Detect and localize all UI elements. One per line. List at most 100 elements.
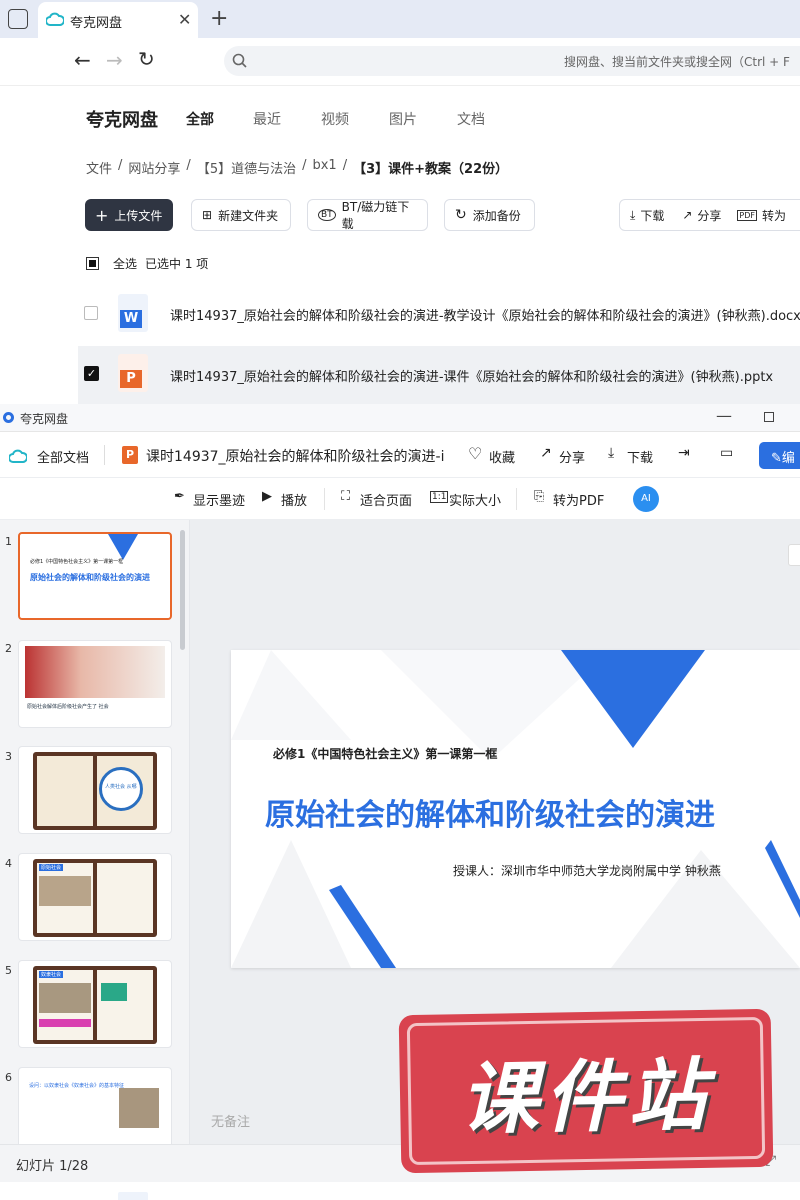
ppt-file-icon: P <box>118 354 148 392</box>
ai-assistant-button[interactable]: AI <box>633 486 659 512</box>
slide-author: 授课人：深圳市华中师范大学龙岗附属中学 钟秋燕 <box>453 864 721 878</box>
file-row[interactable]: W 课时14937_原始社会的解体和阶级社会的演进-教学设计《原始社会的解体和阶… <box>78 284 800 342</box>
heart-icon: ♡ <box>468 444 483 463</box>
fit-page-button[interactable]: 适合页面 <box>360 490 412 509</box>
maximize-icon[interactable] <box>764 412 774 422</box>
breadcrumb-item[interactable]: 网站分享 <box>128 158 180 177</box>
download-icon: ⤓ <box>608 445 615 461</box>
browser-tab[interactable]: 夸克网盘 ✕ <box>38 2 198 38</box>
pencil-icon: ✎ <box>771 451 782 466</box>
download-button[interactable]: 下载 <box>640 207 664 224</box>
export-icon[interactable]: ⇥ <box>678 445 690 461</box>
slide-thumbnail-5[interactable]: 奴隶社会 <box>18 960 172 1048</box>
download-icon: ⤓ <box>630 207 636 222</box>
breadcrumb-current: 【3】课件+教案（22份） <box>353 162 509 177</box>
nav-video[interactable]: 视频 <box>321 109 349 129</box>
breadcrumb-item[interactable]: 文件 <box>86 158 112 177</box>
slide-thumbnail-1[interactable]: 必修1《中国特色社会主义》第一课第一框 原始社会的解体和阶级社会的演进 <box>18 532 172 620</box>
file-name[interactable]: 课时14937_原始社会的解体和阶级社会的演进-教学设计《原始社会的解体和阶级社… <box>170 305 800 324</box>
browser-tab-bar: 夸克网盘 ✕ + <box>0 0 800 38</box>
nav-docs[interactable]: 文档 <box>457 109 485 129</box>
search-icon <box>232 53 247 68</box>
play-button[interactable]: 播放 <box>281 490 307 509</box>
viewer-window-title: 夸克网盘 <box>20 412 69 426</box>
plus-icon: + <box>95 205 109 225</box>
slide-title: 原始社会的解体和阶级社会的演进 <box>265 798 715 833</box>
share-icon: ↗ <box>682 208 693 222</box>
file-icon-partial <box>118 1192 148 1200</box>
download-button[interactable]: 下载 <box>627 447 653 466</box>
back-arrow-icon[interactable]: ← <box>74 48 91 72</box>
actual-size-button[interactable]: 实际大小 <box>449 490 501 509</box>
slide-thumbnail-4[interactable]: 原始社会 <box>18 853 172 941</box>
minimize-icon[interactable]: — <box>716 406 732 425</box>
bt-download-button[interactable]: BT BT/磁力链下载 <box>307 199 428 231</box>
folder-plus-icon: ⊞ <box>202 208 213 222</box>
address-input[interactable]: 搜网盘、搜当前文件夹或搜全网（Ctrl + F <box>224 46 800 76</box>
show-ink-button[interactable]: 显示墨迹 <box>193 490 245 509</box>
app-logo-icon <box>3 412 14 423</box>
watermark-stamp: 课件站 <box>398 1008 774 1174</box>
word-file-icon: W <box>118 294 148 332</box>
cloud-drive-app: 夸克网盘 全部 最近 视频 图片 文档 文件 / 网站分享 / 【5】道德与法治… <box>0 86 800 404</box>
tab-title: 夸克网盘 <box>70 16 123 31</box>
file-checkbox-checked[interactable]: ✓ <box>84 366 99 381</box>
pptx-icon: P <box>122 446 138 464</box>
pdf-convert-icon: ⎘ <box>534 489 545 504</box>
slide-canvas: 必修1《中国特色社会主义》第一课第一框 原始社会的解体和阶级社会的演进 授课人：… <box>231 650 800 968</box>
cloud-icon <box>46 12 64 26</box>
upload-button[interactable]: + 上传文件 <box>85 199 173 231</box>
sync-icon: ↻ <box>455 207 467 223</box>
nav-all[interactable]: 全部 <box>186 109 214 129</box>
forward-arrow-icon[interactable]: → <box>106 48 123 72</box>
file-checkbox[interactable] <box>84 306 98 320</box>
bt-icon: BT <box>318 209 336 221</box>
tab-close-icon[interactable]: ✕ <box>178 10 191 29</box>
breadcrumb-item[interactable]: 【5】道德与法治 <box>197 158 296 177</box>
file-actions-group: ⤓ 下载 ↗ 分享 PDF 转为 <box>619 199 800 231</box>
fit-page-icon: ⛶ <box>341 489 351 504</box>
breadcrumb: 文件 / 网站分享 / 【5】道德与法治 / bx1 / 【3】课件+教案（22… <box>86 158 509 177</box>
side-tool-icon[interactable] <box>788 544 800 566</box>
file-name[interactable]: 课时14937_原始社会的解体和阶级社会的演进-课件《原始社会的解体和阶级社会的… <box>170 366 773 385</box>
slide-thumbnail-2[interactable]: 原始社会解体后阶级社会产生了 社会 <box>18 640 172 728</box>
nav-recent[interactable]: 最近 <box>253 109 281 129</box>
file-row-selected[interactable]: ✓ P 课时14937_原始社会的解体和阶级社会的演进-课件《原始社会的解体和阶… <box>78 346 800 404</box>
slide-counter: 幻灯片 1/28 <box>16 1159 89 1174</box>
pdf-icon: PDF <box>737 209 757 221</box>
slide-thumbnail-6[interactable]: 设问：以奴隶社会《奴隶社会》的基本特征 <box>18 1067 172 1144</box>
edit-button[interactable]: ✎编 <box>759 442 800 469</box>
ink-icon: ✒ <box>174 489 185 504</box>
actual-size-icon: 1:1 <box>430 491 449 503</box>
selected-count: 已选中 1 项 <box>145 257 209 271</box>
cloud-icon <box>9 449 27 463</box>
bottom-strip <box>0 1182 800 1200</box>
brand-logo-text: 夸克网盘 <box>86 110 158 131</box>
add-backup-button[interactable]: ↻ 添加备份 <box>444 199 535 231</box>
slide-subtitle: 必修1《中国特色社会主义》第一课第一框 <box>273 747 498 761</box>
viewer-header: 全部文档 P 课时14937_原始社会的解体和阶级社会的演进-i ♡ 收藏 ↗ … <box>0 432 800 478</box>
select-all-label: 全选 <box>113 257 138 271</box>
comment-icon[interactable]: ▭ <box>720 445 733 461</box>
nav-image[interactable]: 图片 <box>389 109 417 129</box>
new-tab-icon[interactable]: + <box>210 6 228 31</box>
all-docs-link[interactable]: 全部文档 <box>37 447 89 466</box>
address-placeholder: 搜网盘、搜当前文件夹或搜全网（Ctrl + F <box>564 55 790 69</box>
share-button[interactable]: 分享 <box>697 207 721 224</box>
breadcrumb-item[interactable]: bx1 <box>312 158 336 177</box>
share-button[interactable]: 分享 <box>559 447 585 466</box>
play-icon: ▶ <box>262 489 272 504</box>
slide-thumbnail-3[interactable]: 人类社会 从哪 <box>18 746 172 834</box>
viewer-title-bar: 夸克网盘 — <box>0 404 800 432</box>
reload-icon[interactable]: ↻ <box>138 47 155 71</box>
slide-thumbnail-panel: 1 必修1《中国特色社会主义》第一课第一框 原始社会的解体和阶级社会的演进 2 … <box>0 520 190 1144</box>
document-title: 课时14937_原始社会的解体和阶级社会的演进-i <box>146 449 445 465</box>
convert-pdf-button[interactable]: 转为PDF <box>553 490 604 509</box>
favorite-button[interactable]: 收藏 <box>489 447 515 466</box>
convert-button[interactable]: 转为 <box>762 207 786 224</box>
thumbnail-scrollbar[interactable] <box>180 530 185 650</box>
new-folder-button[interactable]: ⊞ 新建文件夹 <box>191 199 291 231</box>
tab-search-icon[interactable] <box>8 9 28 29</box>
slide-notes: 无备注 <box>211 1115 251 1130</box>
select-all-checkbox[interactable] <box>86 257 99 270</box>
